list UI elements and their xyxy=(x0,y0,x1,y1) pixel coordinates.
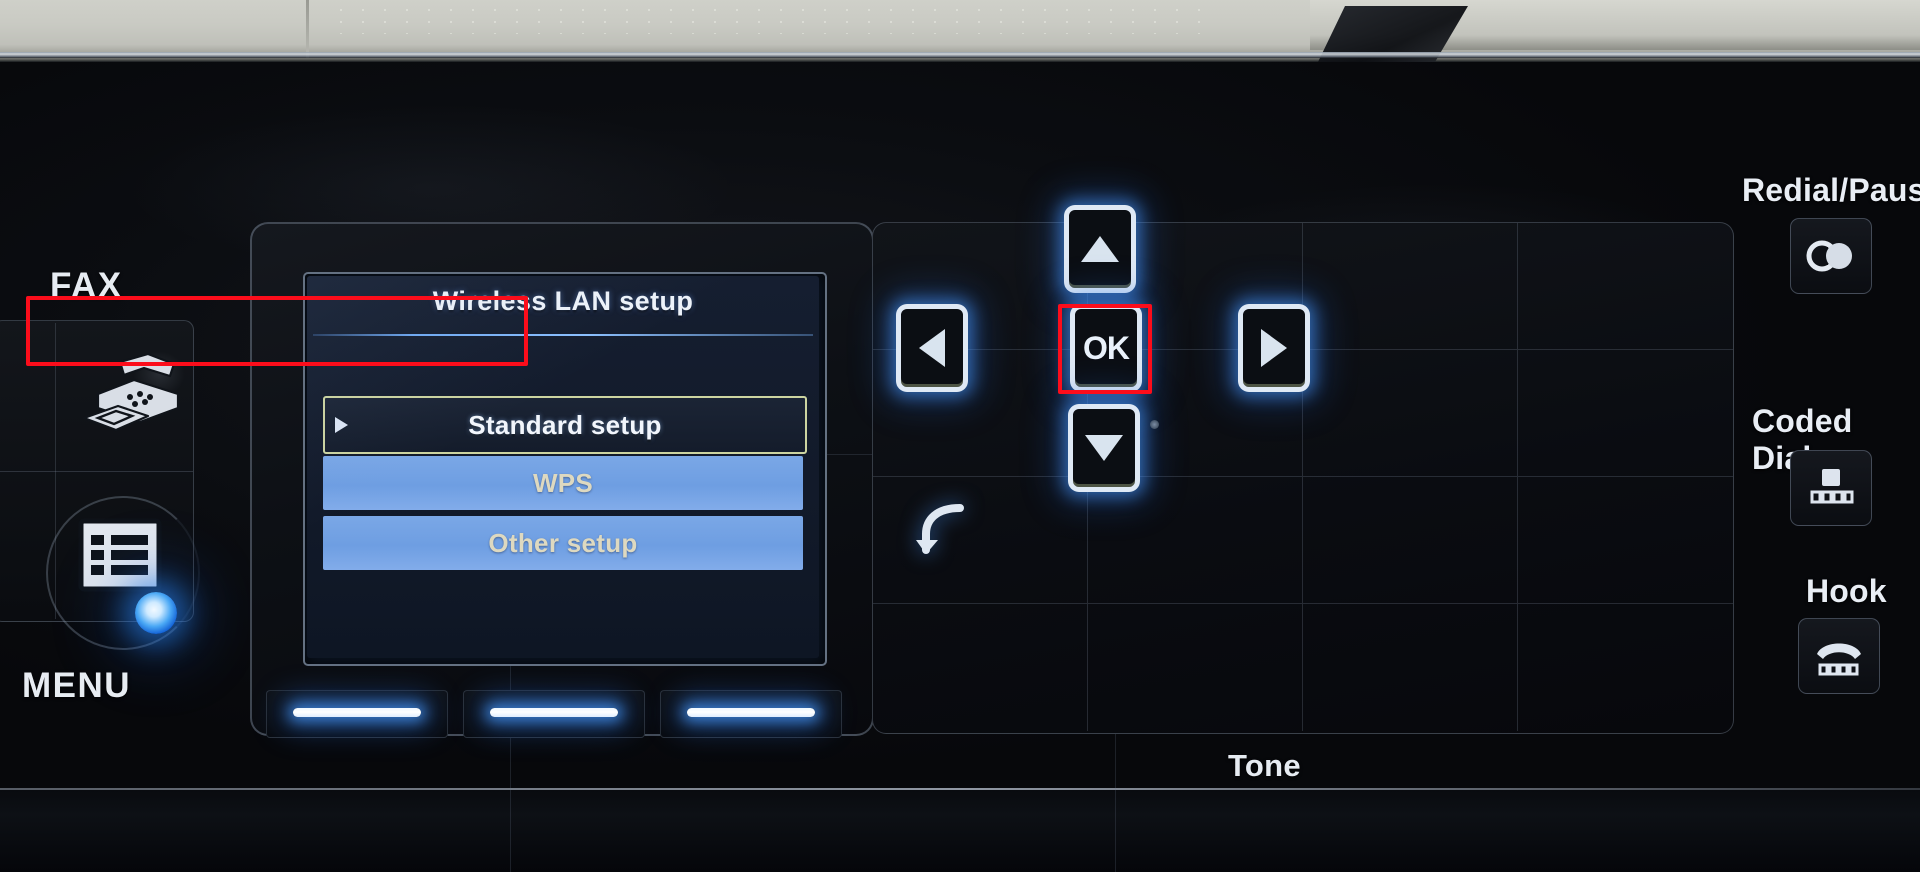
redial-pause-button[interactable] xyxy=(1790,218,1872,294)
softkey-led-bar-left xyxy=(293,708,421,717)
redial-pause-label: Redial/Pause xyxy=(1742,172,1920,208)
lcd-menu-item-standard-setup[interactable]: Standard setup xyxy=(323,396,807,454)
menu-list-icon xyxy=(78,518,162,592)
lcd-menu-item-wps[interactable]: WPS xyxy=(323,456,803,510)
arrow-left-icon xyxy=(919,329,945,367)
keypad-cell-r3c2[interactable] xyxy=(1088,477,1303,604)
arrow-down-button[interactable] xyxy=(1068,404,1140,492)
lcd-title-underline xyxy=(313,334,813,336)
lcd-menu-item-label: Standard setup xyxy=(468,409,662,440)
keypad-cell-r4c1[interactable] xyxy=(873,604,1088,731)
ok-button-label: OK xyxy=(1083,330,1130,366)
keypad-cell-r4c2[interactable] xyxy=(1088,604,1303,731)
back-arrow-icon[interactable] xyxy=(914,500,984,562)
coded-dial-icon xyxy=(1810,469,1854,504)
keypad-cell-r4c3[interactable] xyxy=(1303,604,1518,731)
lcd-menu-item-label: WPS xyxy=(532,467,594,498)
lcd-title: Wireless LAN setup xyxy=(432,286,694,316)
redial-pause-icon xyxy=(1806,240,1852,272)
fax-label: FAX xyxy=(50,266,123,305)
softkey-row xyxy=(266,690,856,738)
keypad-cell-r1c4[interactable] xyxy=(1518,223,1733,350)
softkey-left[interactable] xyxy=(266,690,448,738)
softkey-right[interactable] xyxy=(660,690,842,738)
arrow-up-button[interactable] xyxy=(1064,205,1136,293)
softkey-led-bar-right xyxy=(687,708,815,717)
keypad-cell-r3c4[interactable] xyxy=(1518,477,1733,604)
lcd-bezel: Wireless LAN setup Standard setup WPS Ot… xyxy=(303,272,827,666)
coded-dial-button[interactable] xyxy=(1790,450,1872,526)
hook-button[interactable] xyxy=(1798,618,1880,694)
panel-top-edge-highlight xyxy=(0,52,1920,58)
keypad-cell-r4c4[interactable] xyxy=(1518,604,1733,731)
softkey-led-bar-center xyxy=(490,708,618,717)
navigation-keypad xyxy=(872,222,1734,734)
panel-dust-speck xyxy=(1150,420,1159,429)
body-panel-seam xyxy=(306,0,309,58)
arrow-right-icon xyxy=(1261,329,1287,367)
arrow-left-button[interactable] xyxy=(896,304,968,392)
keypad-cell-right[interactable] xyxy=(1518,350,1733,477)
softkey-center[interactable] xyxy=(463,690,645,738)
lcd-menu-item-other-setup[interactable]: Other setup xyxy=(323,516,803,570)
keypad-cell-ok[interactable] xyxy=(1303,350,1518,477)
menu-status-led xyxy=(135,592,177,634)
tone-label: Tone xyxy=(1228,748,1301,783)
hook-label: Hook xyxy=(1806,573,1887,609)
fax-machine-icon xyxy=(82,352,180,432)
hook-handset-icon xyxy=(1817,643,1861,676)
arrow-right-button[interactable] xyxy=(1238,304,1310,392)
keypad-cell-down[interactable] xyxy=(1303,477,1518,604)
arrow-down-icon xyxy=(1085,435,1123,461)
menu-label: MENU xyxy=(22,666,132,705)
ok-button[interactable]: OK xyxy=(1070,304,1142,392)
printer-control-panel-photo: FAX MENU Wireless LAN setup Standard set… xyxy=(0,0,1920,872)
vent-dot-pattern xyxy=(330,4,1220,34)
lcd-screen: Wireless LAN setup Standard setup WPS Ot… xyxy=(307,276,819,658)
lcd-menu-item-label: Other setup xyxy=(488,527,638,558)
arrow-up-icon xyxy=(1081,236,1119,262)
keypad-cell-up[interactable] xyxy=(1303,223,1518,350)
